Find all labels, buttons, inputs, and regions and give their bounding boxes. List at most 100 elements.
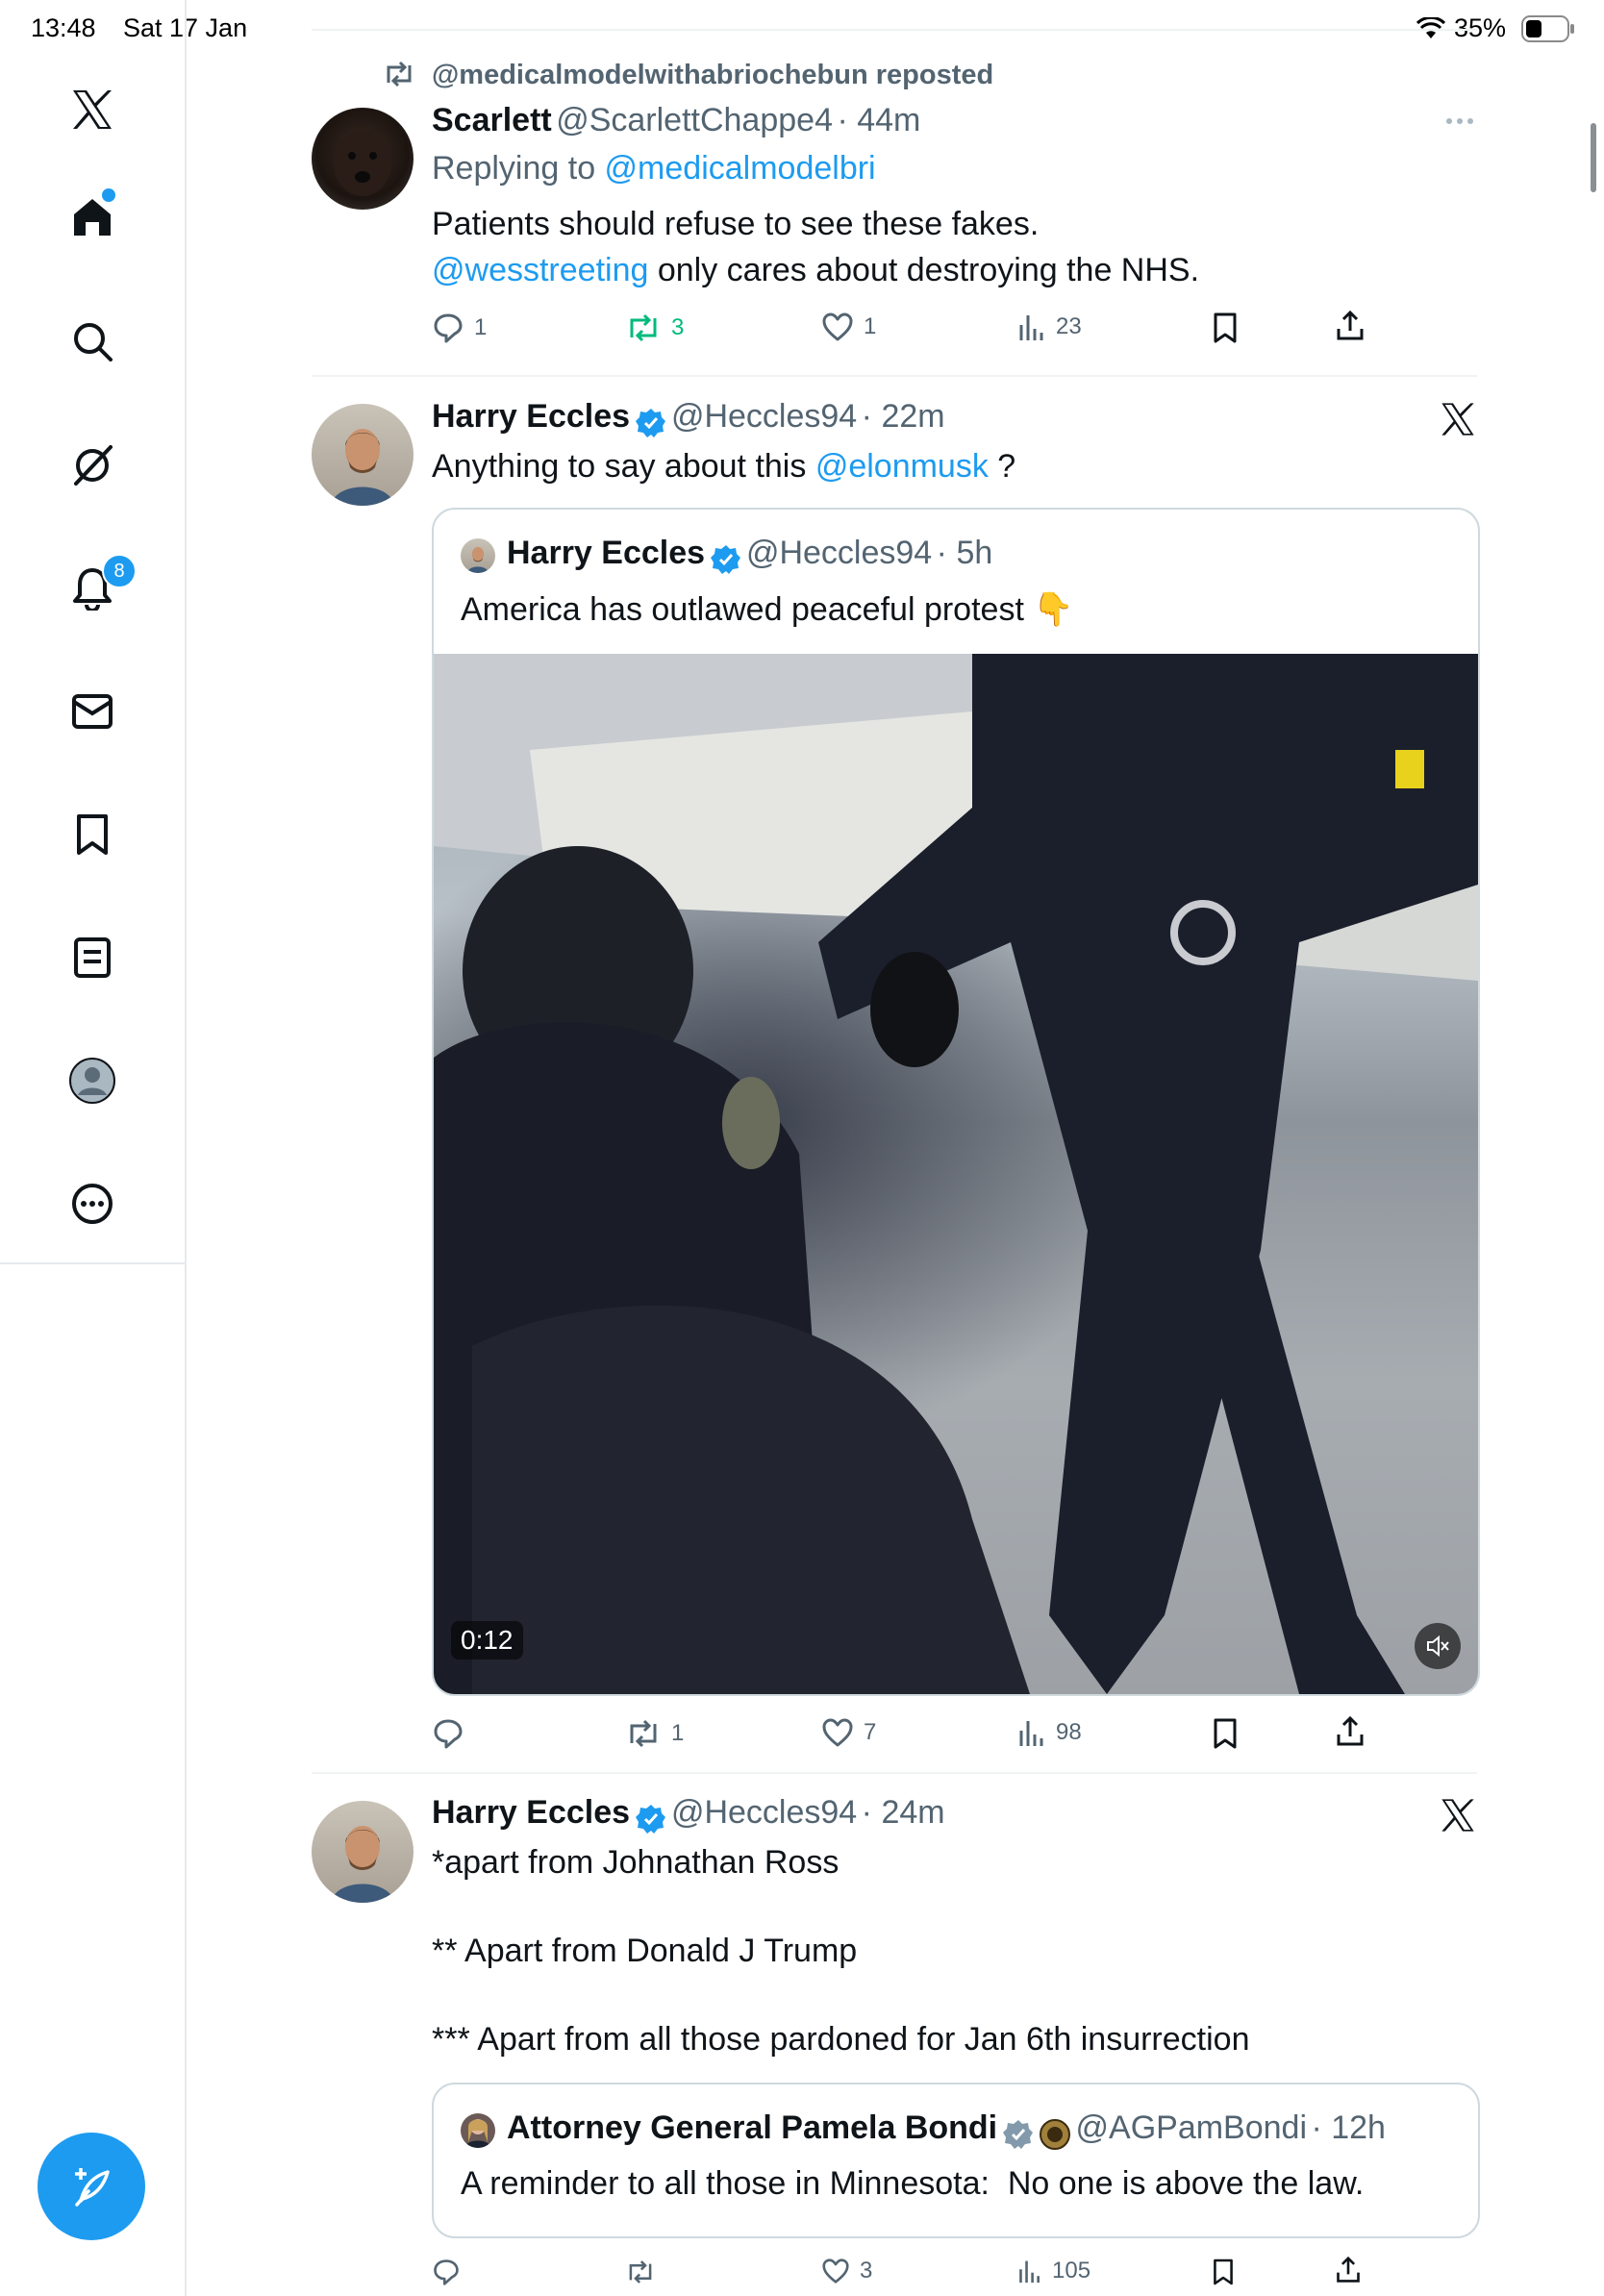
verified-badge-gray-icon: [1002, 2119, 1033, 2149]
like-button[interactable]: 3: [821, 2258, 872, 2284]
like-count: 1: [864, 313, 877, 339]
share-button[interactable]: [1335, 1715, 1366, 1748]
repost-icon: [383, 60, 415, 92]
quoted-avatar: [461, 2113, 495, 2148]
repost-icon: [630, 1719, 657, 1748]
mention-link[interactable]: @wesstreeting: [432, 252, 648, 288]
bookmark-button[interactable]: [1212, 1717, 1239, 1750]
lists-icon[interactable]: [63, 929, 121, 986]
x-logo-icon[interactable]: [1439, 1796, 1481, 1838]
views-button[interactable]: 23: [1017, 312, 1082, 342]
bookmarks-icon[interactable]: [63, 806, 121, 863]
mute-button[interactable]: [1415, 1623, 1461, 1669]
x-logo-icon[interactable]: [63, 81, 121, 138]
share-icon: [1337, 2256, 1360, 2283]
author-name[interactable]: Harry Eccles: [432, 1794, 630, 1831]
search-icon[interactable]: [63, 312, 121, 370]
post-text-line: *** Apart from all those pardoned for Ja…: [432, 2021, 1250, 2058]
reply-button[interactable]: [432, 1717, 474, 1750]
avatar[interactable]: [312, 1801, 414, 1903]
verified-badge-icon: [635, 1804, 665, 1834]
bookmark-icon: [1214, 312, 1237, 343]
replying-to: Replying to @medicalmodelbri: [432, 150, 876, 187]
post-header: Scarlett @ScarlettChappe4 · 44m: [432, 102, 920, 139]
repost-count: 1: [671, 1720, 685, 1746]
repost-button[interactable]: 3: [625, 312, 684, 344]
author-name[interactable]: Scarlett: [432, 102, 552, 138]
reply-icon: [434, 2259, 459, 2285]
view-count: 98: [1056, 1719, 1082, 1745]
post-time[interactable]: · 22m: [862, 398, 945, 435]
replying-to-link[interactable]: @medicalmodelbri: [605, 150, 876, 187]
mention-link[interactable]: @elonmusk: [815, 448, 989, 485]
quoted-header: Attorney General Pamela Bondi @AGPamBond…: [507, 2109, 1386, 2151]
feather-plus-icon: [75, 2168, 110, 2207]
verified-badge-icon: [710, 544, 740, 574]
views-button[interactable]: 98: [1017, 1717, 1082, 1748]
like-count: 7: [864, 1719, 877, 1745]
reply-button[interactable]: 1: [432, 312, 487, 344]
author-handle[interactable]: @Heccles94: [671, 398, 857, 435]
share-icon: [1337, 310, 1364, 340]
sidebar: 8: [0, 0, 187, 2296]
heart-icon: [822, 312, 853, 341]
share-icon: [1337, 1715, 1364, 1746]
bookmark-button[interactable]: [1212, 2258, 1235, 2286]
mute-icon: [1427, 1635, 1449, 1658]
post-text-line: @wesstreeting only cares about destroyin…: [432, 252, 1199, 289]
profile-icon[interactable]: [63, 1052, 121, 1110]
quoted-post[interactable]: Attorney General Pamela Bondi @AGPamBond…: [432, 2083, 1480, 2238]
video-duration: 0:12: [451, 1621, 523, 1660]
bookmark-button[interactable]: [1212, 312, 1239, 344]
compose-button[interactable]: [38, 2133, 145, 2240]
repost-icon: [629, 2260, 652, 2284]
avatar[interactable]: [312, 108, 414, 210]
post-text-prefix: Anything to say about this: [432, 448, 815, 485]
avatar[interactable]: [312, 404, 414, 506]
share-button[interactable]: [1335, 310, 1366, 342]
author-name[interactable]: Harry Eccles: [432, 398, 630, 435]
quoted-avatar: [461, 538, 495, 573]
home-icon[interactable]: [63, 188, 121, 246]
post-text-line: ** Apart from Donald J Trump: [432, 1933, 858, 1969]
video-player[interactable]: 0:12: [434, 654, 1478, 1694]
view-count: 105: [1052, 2258, 1091, 2284]
quoted-text: A reminder to all those in Minnesota: No…: [461, 2165, 1365, 2202]
quoted-post-time: · 12h: [1311, 2109, 1386, 2146]
like-button[interactable]: 7: [821, 1717, 876, 1748]
bookmark-icon: [1214, 1718, 1237, 1749]
author-handle[interactable]: @ScarlettChappe4: [556, 102, 833, 138]
quoted-header: Harry Eccles @Heccles94 · 5h: [507, 535, 992, 576]
repost-button[interactable]: 1: [625, 1717, 684, 1750]
repost-count: 3: [671, 314, 685, 340]
post-time[interactable]: · 24m: [862, 1794, 945, 1831]
more-icon[interactable]: [63, 1175, 121, 1233]
notifications-badge: 8: [102, 554, 137, 588]
messages-icon[interactable]: [63, 683, 121, 740]
views-icon: [1019, 2260, 1040, 2284]
more-options-icon[interactable]: [1442, 104, 1477, 138]
views-button[interactable]: 105: [1017, 2258, 1090, 2284]
reply-count: 1: [474, 314, 488, 340]
like-count: 3: [860, 2258, 873, 2284]
feed-divider: [312, 1772, 1477, 1774]
quoted-post[interactable]: Harry Eccles @Heccles94 · 5h America has…: [432, 508, 1480, 1696]
post-header: Harry Eccles @Heccles94 · 24m: [432, 1794, 945, 1835]
reply-button[interactable]: [432, 2258, 470, 2286]
post-text-rest: only cares about destroying the NHS.: [648, 252, 1200, 288]
author-handle[interactable]: @Heccles94: [671, 1794, 857, 1831]
post-time[interactable]: · 44m: [837, 102, 920, 138]
x-logo-icon[interactable]: [1439, 400, 1481, 442]
share-button[interactable]: [1335, 2256, 1362, 2284]
repost-label[interactable]: @medicalmodelwithabriochebun reposted: [432, 60, 993, 91]
bookmark-icon: [1214, 2259, 1233, 2285]
post-text: Anything to say about this @elonmusk ?: [432, 448, 1015, 486]
grok-icon[interactable]: [63, 437, 121, 494]
scrollbar-thumb[interactable]: [1591, 123, 1596, 192]
quoted-author-handle: @Heccles94: [745, 535, 933, 571]
notifications-icon[interactable]: 8: [63, 554, 137, 617]
post-text-suffix: ?: [988, 448, 1016, 485]
repost-button[interactable]: [625, 2258, 665, 2286]
home-unread-dot: [102, 188, 115, 202]
like-button[interactable]: 1: [821, 312, 876, 342]
